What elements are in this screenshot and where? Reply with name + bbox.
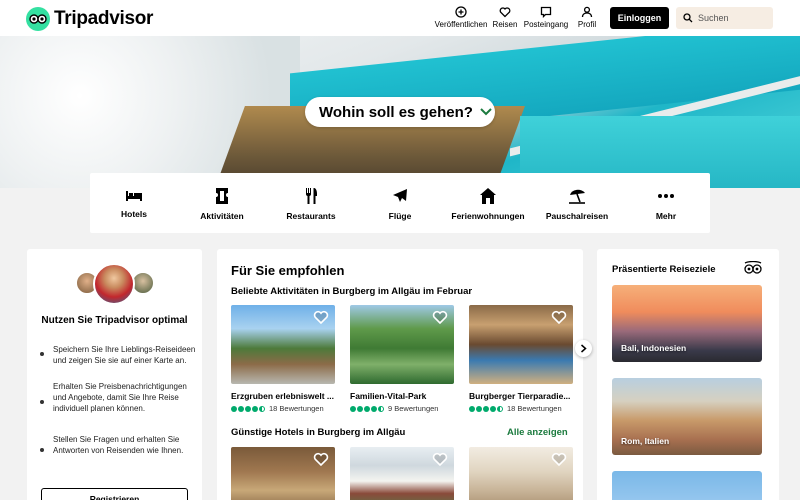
rating-bubbles [231, 405, 266, 412]
save-heart-icon[interactable] [551, 452, 567, 466]
featured-title: Präsentierte Reiseziele [612, 264, 716, 275]
activity-image [231, 305, 335, 384]
save-heart-icon[interactable] [432, 452, 448, 466]
owl-badge-icon [744, 261, 762, 274]
activity-image [350, 305, 454, 384]
rating: 18 Bewertungen [469, 404, 573, 413]
more-dots-icon [658, 194, 674, 198]
beach-umbrella-icon [569, 189, 585, 204]
avatar-group [75, 263, 155, 305]
hotel-card[interactable] [231, 447, 335, 500]
activities-heading: Beliebte Aktivitäten in Burgberg im Allg… [231, 286, 473, 297]
save-heart-icon[interactable] [313, 452, 329, 466]
review-count: 9 Bewertungen [388, 404, 439, 413]
destination-prompt-button[interactable]: Wohin soll es gehen? [305, 97, 495, 127]
destination-card[interactable]: Rom, Italien [612, 378, 762, 455]
bed-icon [126, 191, 142, 201]
rating-bubbles [350, 405, 385, 412]
hotel-image [350, 447, 454, 500]
category-bar: Hotels Aktivitäten Restaurants Flüge Fer… [90, 173, 710, 233]
user-icon [581, 6, 593, 18]
rating: 9 Bewertungen [350, 404, 454, 413]
promo-item: Speichern Sie Ihre Lieblings-Reiseideen … [53, 345, 196, 365]
bullet [40, 400, 44, 404]
house-icon [480, 188, 496, 204]
destination-card[interactable] [612, 471, 762, 500]
category-vacation-rentals[interactable]: Ferienwohnungen [444, 187, 532, 221]
category-hotels[interactable]: Hotels [90, 187, 178, 219]
activity-card[interactable]: Burgberger Tierparadie... 18 Bewertungen [469, 305, 573, 413]
bullet [40, 352, 44, 356]
ticket-icon [216, 188, 228, 204]
chevron-down-icon [480, 108, 492, 116]
carousel-next-button[interactable] [575, 340, 592, 357]
destination-prompt-text: Wohin soll es gehen? [319, 103, 473, 121]
destination-label: Bali, Indonesien [621, 343, 687, 353]
message-icon [540, 6, 552, 18]
signup-promo-card: Nutzen Sie Tripadvisor optimal Speichern… [27, 249, 202, 500]
save-heart-icon[interactable] [432, 310, 448, 324]
rating: 18 Bewertungen [231, 404, 335, 413]
review-count: 18 Bewertungen [269, 404, 324, 413]
category-flights-label: Flüge [388, 211, 412, 221]
review-count: 18 Bewertungen [507, 404, 562, 413]
search-input[interactable]: Suchen [676, 7, 773, 29]
search-placeholder: Suchen [698, 13, 729, 23]
activity-name: Familien-Vital-Park [350, 391, 427, 401]
category-activities[interactable]: Aktivitäten [178, 187, 266, 221]
nav-profile[interactable]: Profil [560, 6, 614, 29]
category-more-label: Mehr [655, 211, 677, 221]
register-button[interactable]: Registrieren [41, 488, 188, 500]
hotel-image [231, 447, 335, 500]
owl-logo-icon [26, 7, 50, 31]
heart-icon [499, 7, 511, 18]
show-all-link[interactable]: Alle anzeigen [507, 427, 568, 438]
logo-text: Tripadvisor [54, 8, 154, 29]
top-header: Tripadvisor Veröffentlichen Reisen Poste… [0, 0, 800, 36]
recommended-card: Für Sie empfohlen Beliebte Aktivitäten i… [217, 249, 583, 500]
bullet [40, 448, 44, 452]
plus-circle-icon [455, 6, 467, 18]
activity-name: Burgberger Tierparadie... [469, 391, 571, 401]
save-heart-icon[interactable] [551, 310, 567, 324]
destination-card[interactable]: Bali, Indonesien [612, 285, 762, 362]
category-packages-label: Pauschalreisen [545, 211, 609, 221]
save-heart-icon[interactable] [313, 310, 329, 324]
hotels-heading: Günstige Hotels in Burgberg im Allgäu [231, 427, 406, 438]
tripadvisor-logo[interactable]: Tripadvisor [26, 7, 153, 31]
featured-destinations-card: Präsentierte Reiseziele Bali, Indonesien… [597, 249, 779, 500]
category-hotels-label: Hotels [121, 209, 147, 219]
category-activities-label: Aktivitäten [200, 211, 244, 221]
rating-bubbles [469, 405, 504, 412]
cutlery-icon [305, 188, 317, 204]
activity-image [469, 305, 573, 384]
category-restaurants[interactable]: Restaurants [267, 187, 355, 221]
category-flights[interactable]: Flüge [356, 187, 444, 221]
category-packages[interactable]: Pauschalreisen [533, 187, 621, 221]
login-button[interactable]: Einloggen [610, 7, 669, 29]
category-more[interactable]: Mehr [622, 187, 710, 221]
search-icon [683, 13, 693, 23]
hotel-card[interactable] [469, 447, 573, 500]
category-restaurants-label: Restaurants [286, 211, 336, 221]
hotel-image [469, 447, 573, 500]
promo-item: Erhalten Sie Preisbenachrichtigungen und… [53, 382, 187, 413]
activity-name: Erzgruben erlebniswelt ... [231, 391, 334, 401]
avatar [93, 263, 135, 305]
promo-title: Nutzen Sie Tripadvisor optimal [41, 315, 188, 326]
nav-trips-label: Reisen [492, 20, 518, 29]
promo-item: Stellen Sie Fragen und erhalten Sie Antw… [53, 435, 184, 455]
recommended-title: Für Sie empfohlen [231, 263, 345, 278]
category-vacation-rentals-label: Ferienwohnungen [451, 211, 525, 221]
hotel-card[interactable] [350, 447, 454, 500]
activity-card[interactable]: Erzgruben erlebniswelt ... 18 Bewertunge… [231, 305, 335, 413]
nav-profile-label: Profil [577, 20, 597, 29]
chevron-right-icon [581, 344, 587, 353]
activity-card[interactable]: Familien-Vital-Park 9 Bewertungen [350, 305, 454, 413]
plane-icon [393, 189, 407, 202]
destination-label: Rom, Italien [621, 436, 670, 446]
